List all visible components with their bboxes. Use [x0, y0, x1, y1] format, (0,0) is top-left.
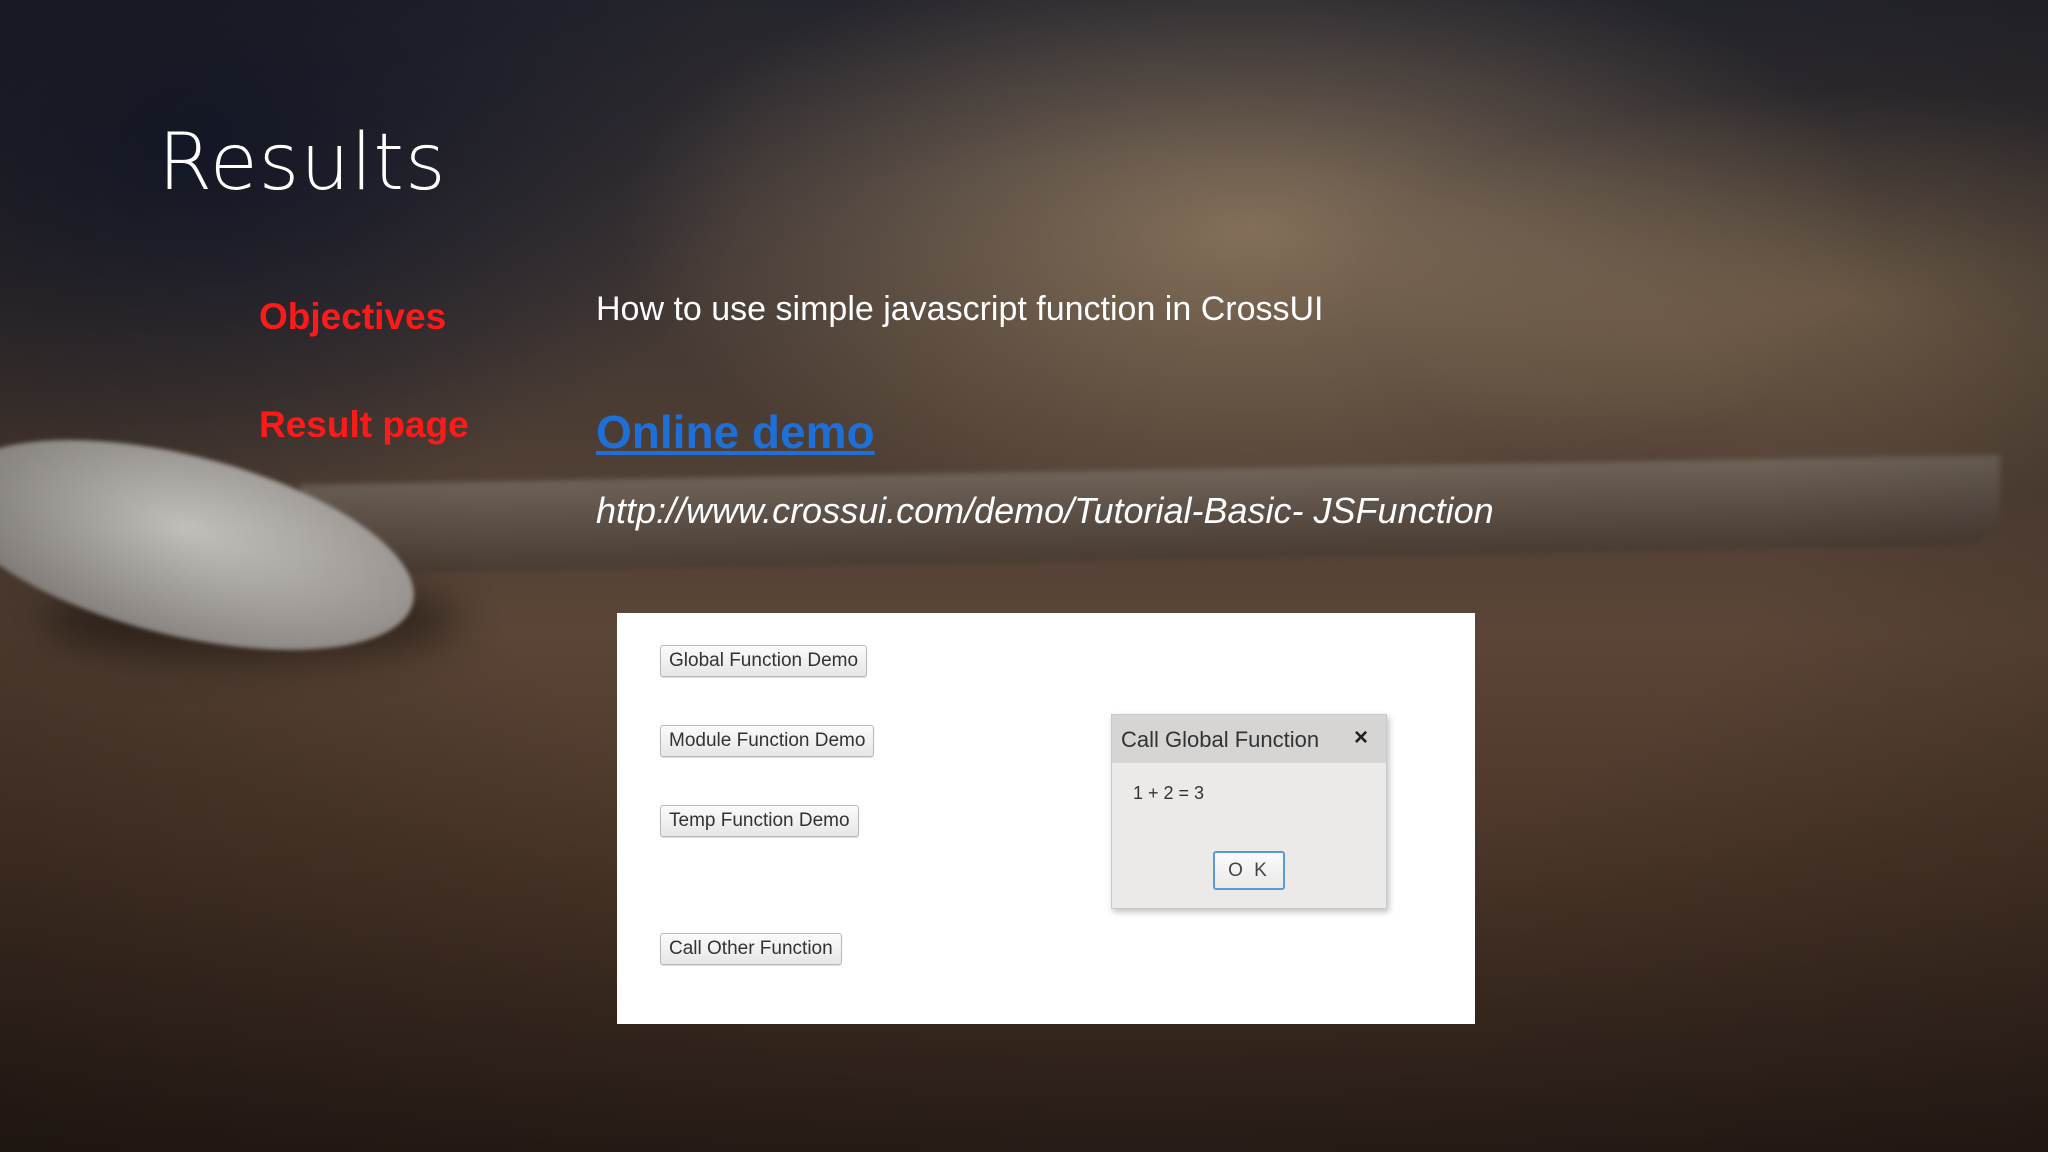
module-function-demo-button[interactable]: Module Function Demo: [660, 725, 875, 757]
online-demo-link[interactable]: Online demo: [596, 405, 875, 459]
result-page-label: Result page: [259, 404, 469, 445]
dialog-header: Call Global Function ×: [1112, 715, 1386, 763]
call-global-function-dialog: Call Global Function × 1 + 2 = 3 O K: [1111, 714, 1387, 909]
global-function-demo-button[interactable]: Global Function Demo: [660, 645, 868, 677]
dialog-message: 1 + 2 = 3: [1133, 783, 1205, 803]
call-other-function-button[interactable]: Call Other Function: [660, 933, 842, 965]
temp-function-demo-button[interactable]: Temp Function Demo: [660, 805, 859, 837]
objectives-label: Objectives: [259, 296, 447, 337]
objectives-text: How to use simple javascript function in…: [596, 290, 1324, 328]
dialog-title: Call Global Function: [1121, 727, 1320, 752]
demo-screenshot: Global Function Demo Module Function Dem…: [617, 613, 1475, 1024]
close-icon[interactable]: ×: [1354, 724, 1368, 752]
slide-title: Results: [158, 118, 447, 208]
ok-button[interactable]: O K: [1213, 851, 1285, 890]
demo-url: http://www.crossui.com/demo/Tutorial-Bas…: [596, 490, 1494, 531]
